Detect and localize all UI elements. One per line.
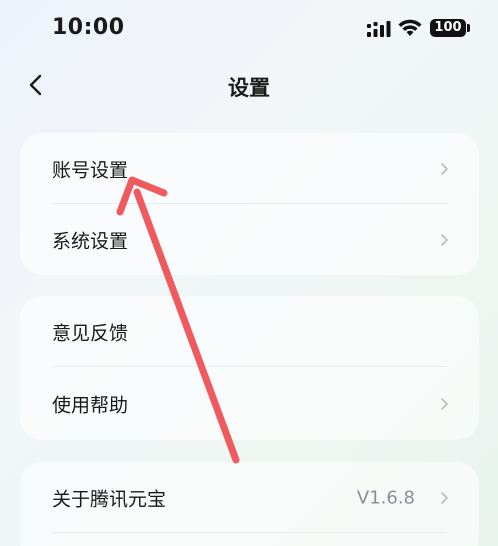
status-time: 10:00 [52, 15, 125, 40]
row-label: 使用帮助 [52, 394, 129, 416]
divider [52, 532, 447, 533]
row-label: 关于腾讯元宝 [52, 488, 167, 510]
status-bar: 10:00 100 [0, 0, 498, 60]
row-about[interactable]: 关于腾讯元宝 V1.6.8 [20, 462, 479, 533]
version-value: V1.6.8 [356, 487, 415, 508]
settings-group-feedback-help: 意见反馈 使用帮助 [20, 296, 479, 440]
battery-icon: 100 [430, 19, 466, 37]
chevron-right-icon [441, 233, 448, 246]
row-label: 意见反馈 [52, 322, 129, 344]
row-system-settings[interactable]: 系统设置 [20, 204, 479, 275]
nav-bar: 设置 [0, 62, 498, 110]
battery-nub [467, 24, 470, 32]
signal-icon [367, 21, 391, 37]
settings-group-account-system: 账号设置 系统设置 [20, 133, 479, 275]
chevron-right-icon [441, 162, 448, 175]
chevron-right-icon [441, 491, 448, 504]
row-label: 账号设置 [52, 159, 129, 181]
wifi-icon [398, 19, 422, 36]
row-feedback[interactable]: 意见反馈 [20, 296, 479, 367]
page-title: 设置 [228, 76, 270, 100]
row-label: 系统设置 [52, 230, 129, 252]
row-help[interactable]: 使用帮助 [20, 367, 479, 440]
settings-group-about: 关于腾讯元宝 V1.6.8 [20, 462, 479, 546]
chevron-right-icon [441, 397, 448, 410]
row-account-settings[interactable]: 账号设置 [20, 133, 479, 204]
